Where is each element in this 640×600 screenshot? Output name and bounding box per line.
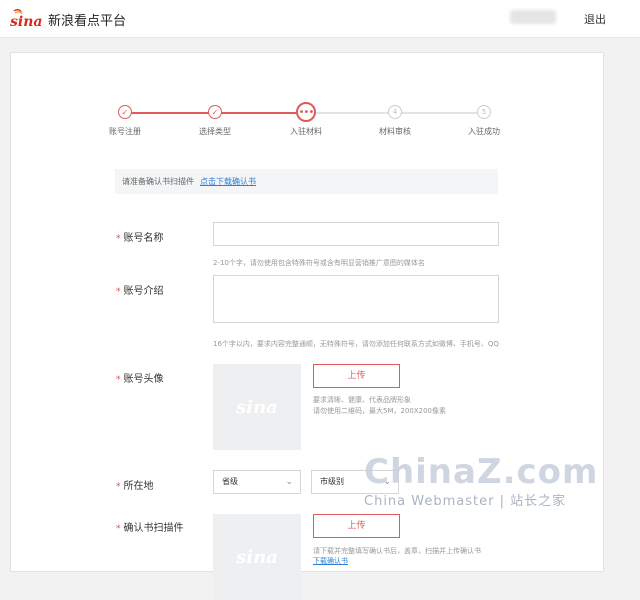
download-confirmation-link[interactable]: 点击下载确认书: [200, 177, 256, 186]
required-asterisk: *: [116, 524, 121, 534]
province-select[interactable]: 省级 ⌄: [213, 470, 301, 494]
account-name-hint: 2-10个字，请勿使用包含特殊符号或含有明显营销推广意图的媒体名: [213, 259, 425, 267]
watermark-title: ChinaZ.com: [364, 452, 599, 492]
brand-name: 新浪看点平台: [48, 14, 127, 29]
avatar-upload-button[interactable]: 上传: [313, 364, 400, 388]
check-icon: ✓: [118, 105, 132, 119]
required-asterisk: *: [116, 287, 121, 297]
step-label: 入驻材料: [290, 127, 322, 136]
sina-placeholder-icon: sina: [236, 546, 278, 568]
step-number: 4: [388, 105, 402, 119]
confirmation-label: * 确认书扫描件: [116, 523, 184, 534]
account-name-input[interactable]: [213, 222, 499, 246]
account-name-label: * 账号名称: [116, 233, 164, 244]
step-label: 材料审核: [379, 127, 411, 136]
ellipsis-icon: •••: [296, 102, 316, 122]
step-label: 入驻成功: [468, 127, 500, 136]
avatar-label: * 账号头像: [116, 374, 164, 385]
avatar-hint-2: 请勿使用二维码，最大5M，200X200像素: [313, 407, 447, 415]
avatar-preview: sina: [213, 364, 301, 450]
required-asterisk: *: [116, 482, 121, 492]
step-number: 5: [477, 105, 491, 119]
step-success: 5 入驻成功: [434, 105, 534, 137]
step-account-register: ✓ 账号注册: [75, 105, 175, 137]
avatar-hint-1: 要求清晰、健康、代表品牌形象: [313, 396, 411, 404]
notice-text: 请准备确认书扫描件: [122, 177, 194, 186]
check-icon: ✓: [208, 105, 222, 119]
account-intro-hint: 16个字以内，要求内容完整通顺，无特殊符号，请勿添加任何联系方式如微博、手机号、…: [213, 340, 499, 348]
svg-text:sina: sina: [10, 14, 42, 29]
top-bar: sina 新浪看点平台 退出: [0, 0, 640, 38]
location-label: * 所在地: [116, 481, 154, 492]
confirmation-preview: sina: [213, 514, 301, 600]
account-intro-label: * 账号介绍: [116, 286, 164, 297]
step-select-type: ✓ 选择类型: [165, 105, 265, 137]
chinaz-watermark: ChinaZ.com China Webmaster | 站长之家: [364, 452, 598, 509]
confirmation-hint: 请下载并完整填写确认书后，盖章，扫描并上传确认书: [313, 547, 481, 555]
step-materials: ••• 入驻材料: [256, 102, 356, 137]
user-name-blurred[interactable]: [510, 10, 556, 24]
confirmation-download-wrap: 下载确认书: [313, 556, 413, 566]
chevron-down-icon: ⌄: [285, 477, 293, 487]
watermark-subtitle: China Webmaster | 站长之家: [364, 494, 567, 509]
required-asterisk: *: [116, 234, 121, 244]
download-confirmation-link-2[interactable]: 下载确认书: [313, 557, 348, 565]
logout-link[interactable]: 退出: [584, 11, 606, 27]
required-asterisk: *: [116, 375, 121, 385]
sina-placeholder-icon: sina: [236, 396, 278, 418]
sina-logo[interactable]: sina: [10, 7, 44, 29]
notice-bar: 请准备确认书扫描件 点击下载确认书: [115, 169, 498, 194]
confirmation-upload-button[interactable]: 上传: [313, 514, 400, 538]
step-review: 4 材料审核: [345, 105, 445, 137]
step-label: 选择类型: [199, 127, 231, 136]
step-label: 账号注册: [109, 127, 141, 136]
account-intro-textarea[interactable]: [213, 275, 499, 323]
